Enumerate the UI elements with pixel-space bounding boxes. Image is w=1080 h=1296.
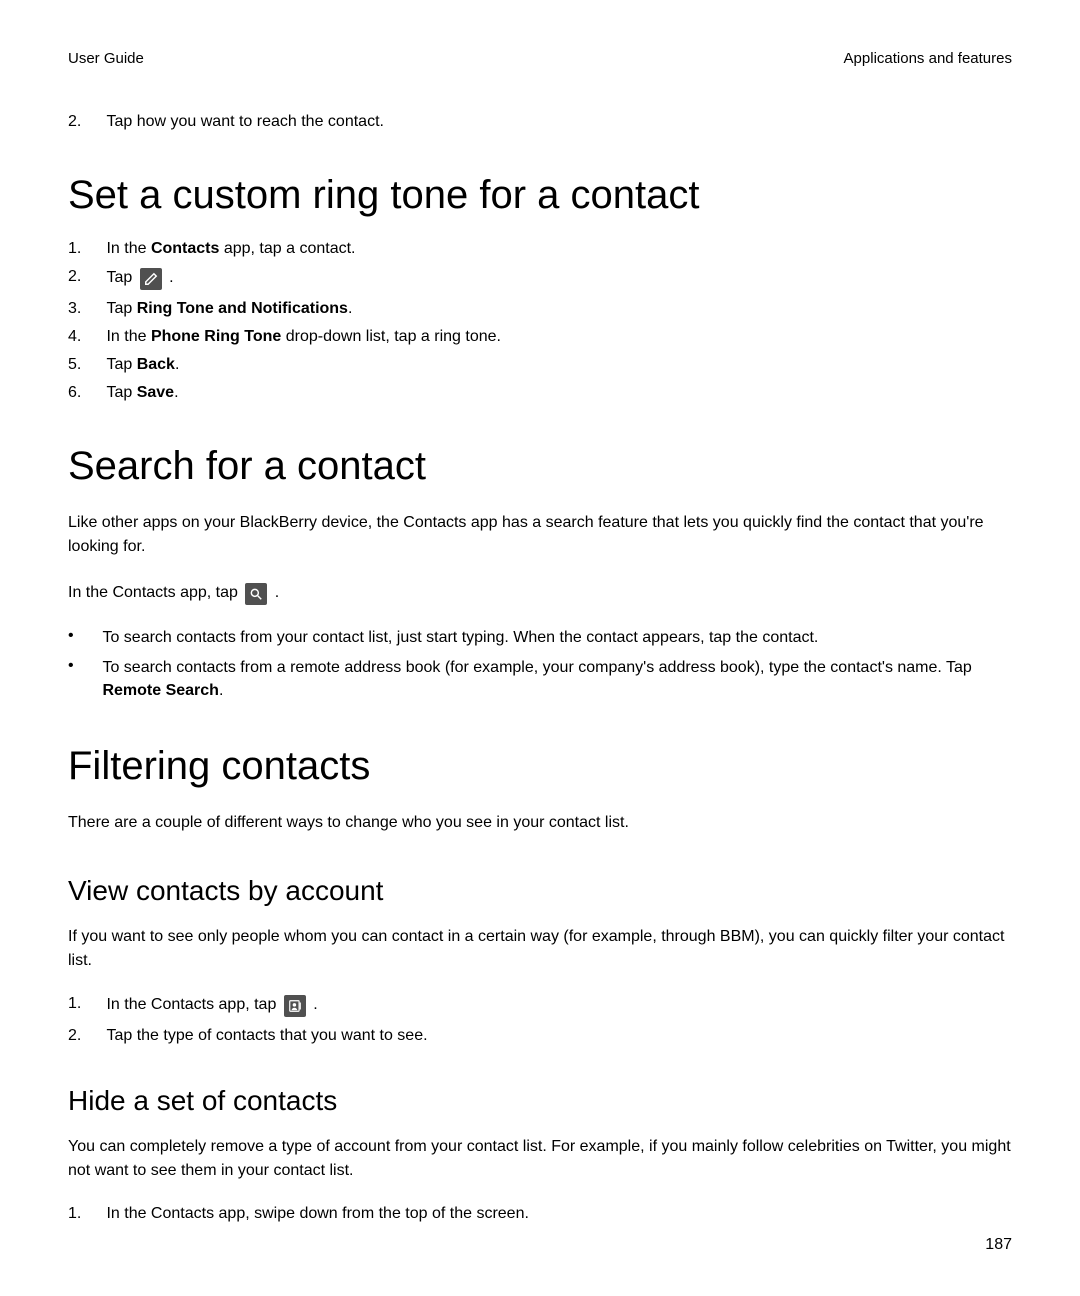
- list-number: 2.: [68, 1027, 102, 1045]
- ordered-item: 2. Tap .: [68, 268, 1012, 290]
- list-number: 3.: [68, 300, 102, 318]
- ordered-item: 2. Tap how you want to reach the contact…: [68, 113, 1012, 131]
- list-text: In the Contacts app, tap .: [106, 995, 317, 1017]
- paragraph: If you want to see only people whom you …: [68, 925, 1012, 973]
- subsection-heading-view: View contacts by account: [68, 875, 1012, 907]
- header-right: Applications and features: [844, 50, 1012, 67]
- paragraph: In the Contacts app, tap .: [68, 581, 1012, 605]
- header-left: User Guide: [68, 50, 144, 67]
- list-number: 2.: [68, 268, 102, 286]
- bullet-item: • To search contacts from your contact l…: [68, 627, 1012, 649]
- ordered-item: 6. Tap Save.: [68, 384, 1012, 402]
- list-number: 5.: [68, 356, 102, 374]
- bullet-mark: •: [68, 657, 98, 675]
- list-text: In the Contacts app, swipe down from the…: [106, 1205, 528, 1223]
- bullet-mark: •: [68, 627, 98, 645]
- ordered-item: 4. In the Phone Ring Tone drop-down list…: [68, 328, 1012, 346]
- ordered-item: 1. In the Contacts app, tap .: [68, 995, 1012, 1017]
- list-number: 4.: [68, 328, 102, 346]
- list-number: 1.: [68, 1205, 102, 1223]
- search-icon: [245, 583, 267, 605]
- paragraph: You can completely remove a type of acco…: [68, 1135, 1012, 1183]
- ordered-item: 3. Tap Ring Tone and Notifications.: [68, 300, 1012, 318]
- page-header: User Guide Applications and features: [68, 50, 1012, 67]
- bullet-item: • To search contacts from a remote addre…: [68, 657, 1012, 702]
- list-text: In the Phone Ring Tone drop-down list, t…: [106, 328, 501, 346]
- list-text: Tap Save.: [106, 384, 178, 402]
- list-text: Tap Ring Tone and Notifications.: [106, 300, 352, 318]
- section-heading-ringtone: Set a custom ring tone for a contact: [68, 173, 1012, 218]
- list-text: Tap .: [106, 268, 173, 290]
- edit-icon: [140, 268, 162, 290]
- section-heading-search: Search for a contact: [68, 444, 1012, 489]
- page: User Guide Applications and features 2. …: [0, 0, 1080, 1296]
- ordered-item: 1. In the Contacts app, tap a contact.: [68, 240, 1012, 258]
- list-text: Tap how you want to reach the contact.: [106, 113, 384, 131]
- ordered-item: 5. Tap Back.: [68, 356, 1012, 374]
- subsection-heading-hide: Hide a set of contacts: [68, 1085, 1012, 1117]
- paragraph: Like other apps on your BlackBerry devic…: [68, 511, 1012, 559]
- list-number: 1.: [68, 995, 102, 1013]
- ordered-item: 2. Tap the type of contacts that you wan…: [68, 1027, 1012, 1045]
- paragraph: There are a couple of different ways to …: [68, 811, 1012, 835]
- list-text: Tap the type of contacts that you want t…: [106, 1027, 427, 1045]
- list-text: In the Contacts app, tap a contact.: [106, 240, 355, 258]
- list-text: Tap Back.: [106, 356, 179, 374]
- page-number: 187: [985, 1236, 1012, 1254]
- section-heading-filtering: Filtering contacts: [68, 744, 1012, 789]
- list-number: 6.: [68, 384, 102, 402]
- list-number: 1.: [68, 240, 102, 258]
- bullet-text: To search contacts from your contact lis…: [102, 627, 818, 649]
- ordered-item: 1. In the Contacts app, swipe down from …: [68, 1205, 1012, 1223]
- contacts-icon: [284, 995, 306, 1017]
- list-number: 2.: [68, 113, 102, 131]
- bullet-text: To search contacts from a remote address…: [102, 657, 982, 702]
